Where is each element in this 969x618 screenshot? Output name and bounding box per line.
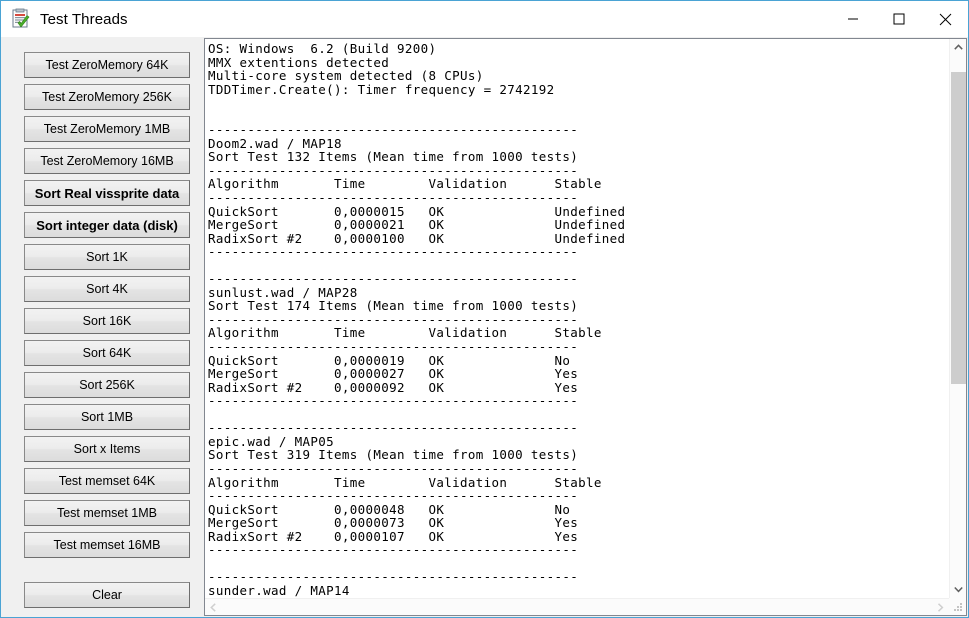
sidebar-button-sort-1k[interactable]: Sort 1K <box>24 244 190 270</box>
sidebar-button-label: Sort integer data (disk) <box>36 217 178 233</box>
output-panel: OS: Windows 6.2 (Build 9200) MMX extenti… <box>204 38 967 616</box>
sidebar-button-test-memset-64k[interactable]: Test memset 64K <box>24 468 190 494</box>
sidebar-button-label: Sort 64K <box>82 346 132 360</box>
chevron-down-icon[interactable] <box>950 581 966 598</box>
sidebar-button-test-zeromemory-64k[interactable]: Test ZeroMemory 64K <box>24 52 190 78</box>
sidebar-button-label: Test ZeroMemory 64K <box>45 58 169 72</box>
window-title: Test Threads <box>40 10 128 28</box>
sidebar-button-sort-integer-data-disk[interactable]: Sort integer data (disk) <box>24 212 190 238</box>
vertical-scrollbar-thumb[interactable] <box>951 71 966 384</box>
horizontal-scrollbar[interactable] <box>205 598 949 615</box>
sidebar-button-sort-16k[interactable]: Sort 16K <box>24 308 190 334</box>
sidebar-button-test-memset-1mb[interactable]: Test memset 1MB <box>24 500 190 526</box>
sidebar-button-sort-256k[interactable]: Sort 256K <box>24 372 190 398</box>
sidebar-button-sort-x-items[interactable]: Sort x Items <box>24 436 190 462</box>
sidebar-button-label: Test memset 16MB <box>53 538 161 552</box>
minimize-button[interactable] <box>830 1 876 37</box>
sidebar-button-label: Sort 1MB <box>80 410 134 424</box>
client-area: Test ZeroMemory 64K Test ZeroMemory 256K T… <box>1 37 968 617</box>
vertical-scrollbar[interactable] <box>949 39 966 598</box>
sidebar-button-test-zeromemory-16mb[interactable]: Test ZeroMemory 16MB <box>24 148 190 174</box>
sidebar-button-label: Test memset 64K <box>58 474 156 488</box>
chevron-up-icon[interactable] <box>950 39 966 56</box>
sidebar-button-sort-64k[interactable]: Sort 64K <box>24 340 190 366</box>
checklist-check-icon <box>10 8 32 30</box>
resize-grip-icon[interactable] <box>954 603 964 613</box>
sidebar-button-label: Test memset 1MB <box>56 506 158 520</box>
chevron-left-icon[interactable] <box>205 599 222 615</box>
output-text[interactable]: OS: Windows 6.2 (Build 9200) MMX extenti… <box>205 39 949 598</box>
sidebar-button-test-memset-16mb[interactable]: Test memset 16MB <box>24 532 190 558</box>
test-threads-window: Test Threads Test ZeroMemory 64K Test Zer… <box>0 0 969 618</box>
chevron-right-icon[interactable] <box>932 599 949 615</box>
sidebar-button-sort-real-vissprite-data[interactable]: Sort Real vissprite data <box>24 180 190 206</box>
sidebar-button-label: Sort 1K <box>86 250 128 264</box>
sidebar-button-sort-4k[interactable]: Sort 4K <box>24 276 190 302</box>
sidebar-button-label: Test ZeroMemory 16MB <box>40 154 174 168</box>
maximize-button[interactable] <box>876 1 922 37</box>
window-controls <box>830 1 968 37</box>
scrollbar-corner <box>949 598 966 615</box>
sidebar-button-label: Sort x Items <box>73 442 141 456</box>
sidebar-button-test-zeromemory-1mb[interactable]: Test ZeroMemory 1MB <box>24 116 190 142</box>
close-button[interactable] <box>922 1 968 37</box>
sidebar-button-label: Sort 4K <box>86 282 128 296</box>
sidebar-button-label: Test ZeroMemory 1MB <box>43 122 171 136</box>
sidebar-button-label: Sort 256K <box>79 378 135 392</box>
sidebar-button-label: Sort 16K <box>82 314 132 328</box>
sidebar-button-label: Test ZeroMemory 256K <box>42 90 172 104</box>
title-bar: Test Threads <box>1 1 968 37</box>
sidebar-button-test-zeromemory-256k[interactable]: Test ZeroMemory 256K <box>24 84 190 110</box>
sidebar-button-label: Clear <box>92 588 122 602</box>
sidebar-button-sort-1mb[interactable]: Sort 1MB <box>24 404 190 430</box>
sidebar-button-clear[interactable]: Clear <box>24 582 190 608</box>
sidebar-button-label: Sort Real vissprite data <box>34 185 180 201</box>
sidebar: Test ZeroMemory 64K Test ZeroMemory 256K T… <box>1 37 204 617</box>
